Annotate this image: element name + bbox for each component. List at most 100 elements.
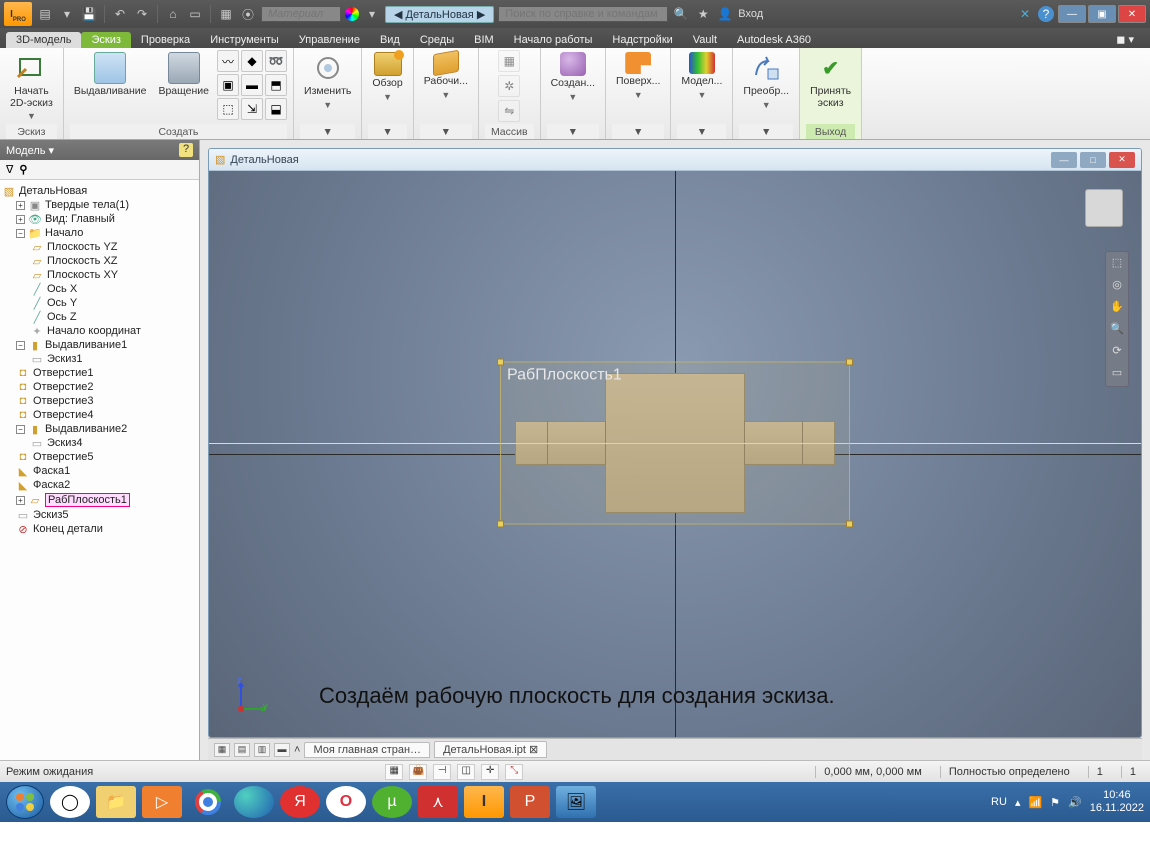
doc-minimize-button[interactable]: —: [1051, 152, 1077, 168]
taskbar-acrobat-icon[interactable]: ⋏: [418, 786, 458, 818]
tab-view[interactable]: Вид: [370, 32, 410, 48]
simulation-button[interactable]: Модел...▼: [677, 50, 726, 102]
tray-flag-icon[interactable]: ⚑: [1050, 796, 1060, 809]
layout4-icon[interactable]: ▬: [274, 743, 290, 757]
system-tray[interactable]: RU ▴ 📶 ⚑ 🔊 10:46 16.11.2022: [991, 789, 1144, 815]
tab-bim[interactable]: BIM: [464, 32, 504, 48]
home-icon[interactable]: ⌂: [164, 5, 182, 23]
taskbar-yandex2-icon[interactable]: Я: [280, 786, 320, 818]
app-logo[interactable]: IPRO: [4, 2, 32, 26]
tray-volume-icon[interactable]: 🔊: [1068, 796, 1082, 809]
open-icon[interactable]: ▾: [58, 5, 76, 23]
nav-home-icon[interactable]: ⬚: [1109, 256, 1125, 272]
filter-icon[interactable]: ∇: [6, 163, 13, 176]
collapse-icon[interactable]: −: [16, 341, 25, 350]
tab-inspect[interactable]: Проверка: [131, 32, 200, 48]
help-search-input[interactable]: [498, 6, 668, 22]
sweep-icon[interactable]: 〰: [217, 50, 239, 72]
status-tool-6[interactable]: ⤡: [505, 764, 523, 780]
surface-button[interactable]: Поверх...▼: [612, 50, 664, 102]
taskbar-yandex-icon[interactable]: ◯: [50, 786, 90, 818]
decal-icon[interactable]: ⬚: [217, 98, 239, 120]
status-tool-3[interactable]: ⊣: [433, 764, 451, 780]
layout3-icon[interactable]: ▥: [254, 743, 270, 757]
taskbar-opera-icon[interactable]: O: [326, 786, 366, 818]
status-tool-5[interactable]: ✛: [481, 764, 499, 780]
user-icon[interactable]: 👤: [716, 5, 734, 23]
tab-getstarted[interactable]: Начало работы: [504, 32, 603, 48]
nav-orbit-icon[interactable]: ⟳: [1109, 344, 1125, 360]
freeform-button[interactable]: Создан...▼: [547, 50, 599, 104]
nav-lookat-icon[interactable]: ▭: [1109, 366, 1125, 382]
taskbar-powerpoint-icon[interactable]: P: [510, 786, 550, 818]
rib-icon[interactable]: ▬: [241, 74, 263, 96]
chevron-up-icon[interactable]: ˄: [294, 744, 300, 756]
find-icon[interactable]: ⚲: [19, 163, 27, 176]
browser-help-icon[interactable]: ?: [179, 143, 193, 157]
mdi-close-button[interactable]: ✕: [1118, 5, 1146, 23]
close-tab-icon[interactable]: ⊠: [529, 744, 538, 756]
taskbar-explorer-icon[interactable]: 📁: [96, 786, 136, 818]
layout-icon[interactable]: ▦: [214, 743, 230, 757]
taskbar-edge-icon[interactable]: [234, 786, 274, 818]
collapse-icon[interactable]: −: [16, 229, 25, 238]
layers-icon[interactable]: ▦: [217, 5, 235, 23]
taskbar-chrome-icon[interactable]: [188, 786, 228, 818]
coil-icon[interactable]: ➿: [265, 50, 287, 72]
tab-environments[interactable]: Среды: [410, 32, 464, 48]
language-indicator[interactable]: RU: [991, 796, 1007, 808]
view-cube[interactable]: [1085, 189, 1123, 227]
tray-chevron-icon[interactable]: ▴: [1015, 796, 1021, 809]
tab-manage[interactable]: Управление: [289, 32, 370, 48]
search-icon[interactable]: 🔍: [672, 5, 690, 23]
redo-icon[interactable]: ↷: [133, 5, 151, 23]
finish-sketch-button[interactable]: ✔ Принять эскиз: [806, 50, 855, 111]
tab-addins[interactable]: Надстройки: [602, 32, 682, 48]
unwrap-icon[interactable]: ⬓: [265, 98, 287, 120]
taskbar-utorrent-icon[interactable]: µ: [372, 786, 412, 818]
start-2d-sketch-button[interactable]: Начать 2D-эскиз ▼: [6, 50, 57, 123]
status-tool-1[interactable]: ▦: [385, 764, 403, 780]
layout2-icon[interactable]: ▤: [234, 743, 250, 757]
help-icon[interactable]: ?: [1038, 6, 1054, 22]
tray-network-icon[interactable]: 📶: [1028, 796, 1042, 809]
select-icon[interactable]: ▭: [186, 5, 204, 23]
doc-tab-active[interactable]: ДетальНовая.ipt ⊠: [434, 741, 547, 758]
nav-zoom-icon[interactable]: 🔍: [1109, 322, 1125, 338]
save-icon[interactable]: 💾: [80, 5, 98, 23]
emboss-icon[interactable]: ▣: [217, 74, 239, 96]
revolve-button[interactable]: Вращение: [154, 50, 213, 100]
mdi-minimize-button[interactable]: —: [1058, 5, 1086, 23]
work-features-button[interactable]: Рабочи...▼: [420, 50, 472, 102]
document-titlebar[interactable]: ▧ДетальНовая — □ ✕: [209, 149, 1141, 171]
taskbar-clock[interactable]: 10:46 16.11.2022: [1090, 789, 1144, 815]
appearance-icon[interactable]: [345, 7, 359, 21]
expand-icon[interactable]: +: [16, 201, 25, 210]
start-button[interactable]: [6, 785, 44, 819]
loft-icon[interactable]: ◆: [241, 50, 263, 72]
status-tool-2[interactable]: 👜: [409, 764, 427, 780]
model-tree[interactable]: ▧ДетальНовая +▣Твердые тела(1) +👁Вид: Гл…: [0, 180, 199, 760]
extrude-button[interactable]: Выдавливание: [70, 50, 151, 100]
document-tab-active[interactable]: ◀ ДетальНовая ▶: [385, 6, 494, 23]
status-tool-4[interactable]: ◫: [457, 764, 475, 780]
tab-a360[interactable]: Autodesk A360: [727, 32, 821, 48]
signin-label[interactable]: Вход: [738, 8, 763, 20]
browse-button[interactable]: Обзор▼: [368, 50, 406, 104]
convert-button[interactable]: Преобр...▼: [739, 50, 793, 112]
favorites-icon[interactable]: ★: [694, 5, 712, 23]
taskbar-inventor-icon[interactable]: I: [464, 786, 504, 818]
work-plane-overlay[interactable]: РабПлоскость1: [500, 361, 850, 524]
tab-sketch[interactable]: Эскиз: [81, 32, 130, 48]
tab-3d-model[interactable]: 3D-модель: [6, 32, 81, 48]
expand-icon[interactable]: +: [16, 215, 25, 224]
tab-vault[interactable]: Vault: [683, 32, 727, 48]
derive-icon[interactable]: ⬒: [265, 74, 287, 96]
tab-tools[interactable]: Инструменты: [200, 32, 289, 48]
doc-close-button[interactable]: ✕: [1109, 152, 1135, 168]
mdi-restore-button[interactable]: ▣: [1088, 5, 1116, 23]
exchange-icon[interactable]: ✕: [1016, 5, 1034, 23]
modify-button[interactable]: Изменить▼: [300, 50, 355, 112]
taskbar-photos-icon[interactable]: 🖼: [556, 786, 596, 818]
collapse-icon[interactable]: −: [16, 425, 25, 434]
